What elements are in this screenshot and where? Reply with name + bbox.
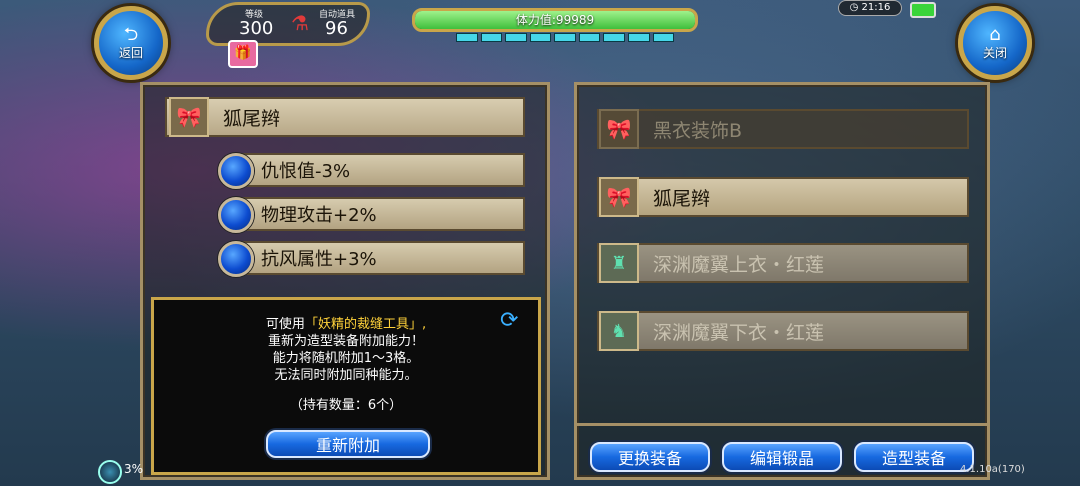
info-line3: 能力将随机附加1～3格。	[272, 351, 420, 366]
clock-block: ◷ 21:16	[838, 0, 902, 16]
equip-item-selected[interactable]: 🎀 狐尾辫	[597, 177, 969, 217]
change-equip-button[interactable]: 更换装备	[590, 442, 710, 472]
stat-row: 物理攻击+2%	[237, 197, 525, 231]
close-button-frame: ⌂ 关闭	[942, 0, 1062, 84]
item-name: 狐尾辫	[223, 107, 281, 130]
energy-segment	[456, 33, 478, 42]
energy-segment	[554, 33, 576, 42]
stamina-label: 体力值:99989	[515, 13, 595, 27]
equip-icon-box: ♜	[599, 243, 639, 283]
edit-crystal-button[interactable]: 编辑锻晶	[722, 442, 842, 472]
back-button[interactable]: ⮌ 返回	[94, 6, 168, 80]
item-icon-box: 🎀	[169, 97, 209, 137]
version-text: 4.1.10a(170)	[960, 464, 1025, 475]
energy-segment	[480, 33, 503, 42]
info-line4: 无法同时附加同种能力。	[274, 368, 418, 383]
equip-item[interactable]: ♜ 深渊魔翼上衣・红莲	[597, 243, 969, 283]
equip-icon-box: ♞	[599, 311, 639, 351]
energy-segment	[603, 33, 625, 42]
back-button-frame: ⮌ 返回	[64, 0, 174, 82]
close-label: 关闭	[982, 45, 1007, 60]
energy-segment	[505, 33, 527, 42]
info-box: 可使用「妖精的裁缝工具」, 重新为造型装备附加能力！ 能力将随机附加1～3格。 …	[151, 297, 541, 475]
clock-time: 21:16	[861, 2, 891, 13]
potion-icon: ⚗	[291, 11, 309, 35]
equip-name: 深渊魔翼上衣・红莲	[653, 253, 825, 276]
equip-item[interactable]: ♞ 深渊魔翼下衣・红莲	[597, 311, 969, 351]
stat-row: 抗风属性+3%	[237, 241, 525, 275]
clock-icon: ◷	[849, 2, 859, 13]
equip-icon-box: 🎀	[599, 177, 639, 217]
stat-text: 抗风属性+3%	[261, 249, 377, 270]
stat-text: 仇恨值-3%	[261, 161, 351, 182]
item-title-bar: 🎀 狐尾辫	[165, 97, 525, 137]
bow-ribbon-icon: 🎀	[606, 185, 632, 209]
reattach-button[interactable]: 重新附加	[266, 430, 430, 458]
left-panel: 🎀 狐尾辫 仇恨值-3% 物理攻击+2% 抗风属性+3% 可使用「妖精的裁缝工具…	[140, 82, 550, 480]
home-icon: ⌂	[989, 23, 1001, 45]
count-text: （持有数量：6个）	[289, 398, 403, 413]
energy-segments	[456, 33, 675, 42]
equip-item[interactable]: 🎀 黑衣装饰B	[597, 109, 969, 149]
info-line1-prefix: 可使用	[265, 317, 305, 332]
armor-top-icon: ♜	[610, 252, 628, 274]
info-line2: 重新为造型装备附加能力！	[267, 334, 424, 349]
stat-orb-icon	[218, 197, 254, 233]
bow-ribbon-icon: 🎀	[606, 117, 632, 141]
equip-name: 黑衣装饰B	[653, 119, 743, 142]
style-equip-button[interactable]: 造型装备	[854, 442, 974, 472]
stat-orb-icon	[218, 241, 254, 277]
back-label: 返回	[118, 45, 143, 60]
stamina-bar: 体力值:99989	[412, 8, 698, 32]
armor-bottom-icon: ♞	[610, 320, 628, 342]
gift-icon[interactable]: 🎁	[228, 40, 258, 68]
refresh-icon[interactable]: ⟳	[500, 310, 526, 332]
close-button[interactable]: ⌂ 关闭	[958, 6, 1032, 80]
tool-highlight: 「妖精的裁缝工具」,	[304, 317, 427, 332]
equip-name: 深渊魔翼下衣・红莲	[653, 321, 825, 344]
stat-text: 物理攻击+2%	[261, 205, 377, 226]
energy-segment	[529, 33, 552, 42]
equip-name: 狐尾辫	[653, 187, 711, 210]
energy-segment	[578, 33, 601, 42]
info-text: 可使用「妖精的裁缝工具」, 重新为造型装备附加能力！ 能力将随机附加1～3格。 …	[154, 316, 538, 384]
equip-icon-box: 🎀	[599, 109, 639, 149]
level-value: 300	[239, 18, 274, 39]
equip-list: 🎀 黑衣装饰B 🎀 狐尾辫 ♜ 深渊魔翼上衣・红莲 ♞ 深渊魔翼下衣・红莲	[597, 109, 969, 409]
energy-segment	[627, 33, 650, 42]
stat-row: 仇恨值-3%	[237, 153, 525, 187]
percent-icon	[98, 460, 122, 484]
auto-item-value: 96	[325, 18, 348, 39]
battery-icon	[910, 2, 936, 18]
divider	[577, 423, 987, 426]
percent-text: 3%	[124, 462, 144, 476]
bow-ribbon-icon: 🎀	[176, 105, 202, 129]
stat-orb-icon	[218, 153, 254, 189]
return-arrow-icon: ⮌	[123, 23, 139, 45]
energy-segment	[652, 33, 675, 42]
right-panel: 🎀 黑衣装饰B 🎀 狐尾辫 ♜ 深渊魔翼上衣・红莲 ♞ 深渊魔翼下衣・红莲	[574, 82, 990, 480]
